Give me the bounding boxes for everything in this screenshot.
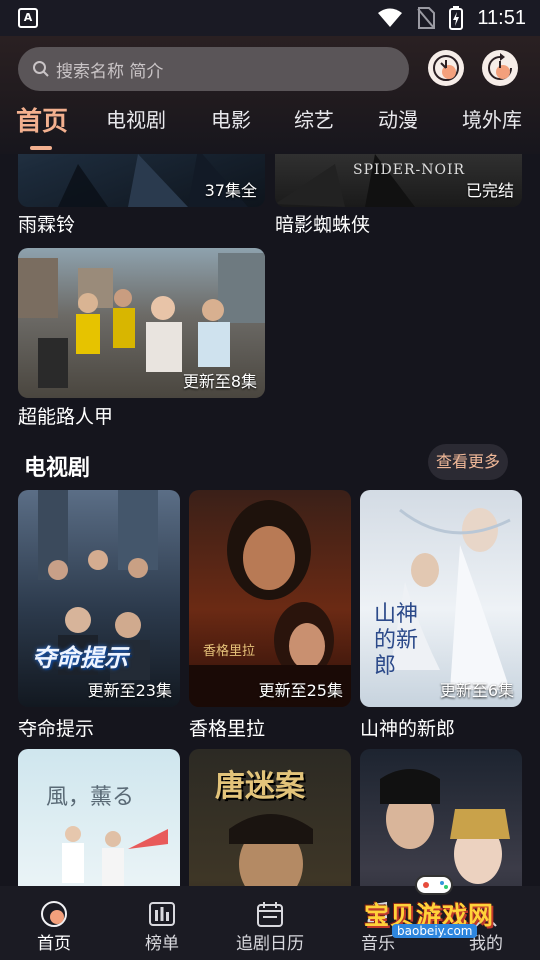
poster-art — [62, 826, 168, 886]
watermark-url: baobeiy.com — [392, 924, 478, 938]
active-tab-indicator — [30, 146, 52, 150]
refresh-icon — [488, 53, 512, 80]
episode-badge: 更新至6集 — [439, 681, 514, 700]
nav-ranking[interactable]: 榜单 — [108, 886, 216, 960]
refresh-button[interactable] — [482, 50, 518, 86]
poster-image: SPIDER-NOIR 已完结 — [275, 154, 522, 207]
history-icon — [433, 55, 459, 81]
episode-badge: 更新至8集 — [182, 372, 257, 391]
media-card[interactable]: 香格里拉 更新至25集 香格里拉 — [189, 490, 351, 740]
search-icon — [33, 61, 49, 77]
section-title-tv: 电视剧 — [24, 456, 91, 481]
see-more-button[interactable]: 查看更多 — [428, 444, 508, 480]
poster-title-text: 風，薰る — [46, 785, 135, 810]
history-button[interactable] — [428, 50, 464, 86]
status-icons: 11:51 — [377, 6, 526, 30]
media-title: 山神的新郎 — [360, 718, 456, 740]
category-tabs: 首页 电视剧 电影 综艺 动漫 境外库 — [0, 101, 540, 150]
tab-home[interactable]: 首页 — [16, 101, 68, 138]
tab-movies[interactable]: 电影 — [211, 104, 251, 133]
media-title: 夺命提示 — [18, 718, 95, 740]
tab-tv-series[interactable]: 电视剧 — [106, 104, 166, 133]
battery-charging-icon — [449, 6, 464, 30]
poster-title-text: 夺命提示 — [32, 644, 128, 672]
status-bar: A 11:51 — [0, 0, 540, 36]
gamepad-icon — [415, 875, 453, 895]
poster-image: 山神的新郎 更新至6集 — [360, 490, 522, 707]
search-input[interactable]: 搜索名称 简介 — [18, 47, 409, 91]
media-title: 暗影蜘蛛侠 — [275, 214, 371, 236]
header: 搜索名称 简介 首页 电视剧 电影 综艺 动漫 境外库 — [0, 36, 540, 154]
site-watermark: 宝贝游戏网 baobeiy.com — [362, 866, 512, 944]
media-card[interactable]: 唐迷案 — [189, 749, 351, 886]
media-card[interactable]: 山神的新郎 更新至6集 山神的新郎 — [360, 490, 522, 740]
episode-badge: 更新至23集 — [87, 681, 172, 700]
home-icon — [41, 901, 67, 927]
home-feed[interactable]: 37集全 雨霖铃 SPIDER-NOIR 已完结 暗影蜘蛛侠 更新至8集 超能路… — [0, 154, 540, 886]
app-notification-icon: A — [18, 8, 38, 28]
no-sim-icon — [417, 7, 436, 29]
media-card[interactable]: 風，薰る — [18, 749, 180, 886]
poster-image: 香格里拉 更新至25集 — [189, 490, 351, 707]
episode-badge: 更新至25集 — [258, 681, 343, 700]
chart-icon — [149, 902, 175, 926]
poster-image: 37集全 — [18, 154, 265, 207]
poster-title-text: 山神的新郎 — [374, 602, 419, 679]
poster-title-text: 唐迷案 — [215, 769, 305, 804]
status-badge: 已完结 — [465, 181, 514, 200]
media-title: 雨霖铃 — [18, 214, 76, 236]
nav-label: 榜单 — [145, 934, 179, 954]
nav-label: 追剧日历 — [236, 934, 304, 954]
nav-calendar[interactable]: 追剧日历 — [216, 886, 324, 960]
media-title: 香格里拉 — [189, 718, 266, 740]
poster-image: 唐迷案 — [189, 749, 351, 886]
poster-image: 夺命提示 更新至23集 — [18, 490, 180, 707]
poster-art — [38, 490, 158, 680]
media-card[interactable]: SPIDER-NOIR 已完结 暗影蜘蛛侠 — [275, 154, 522, 244]
media-title: 超能路人甲 — [18, 406, 114, 428]
poster-image: 更新至8集 — [18, 248, 265, 398]
tab-overseas[interactable]: 境外库 — [462, 104, 522, 133]
search-placeholder: 搜索名称 简介 — [56, 61, 164, 82]
poster-title-text: 香格里拉 — [203, 644, 256, 659]
status-time: 11:51 — [477, 6, 526, 29]
media-card[interactable]: 37集全 雨霖铃 — [18, 154, 265, 244]
episode-badge: 37集全 — [204, 181, 257, 200]
poster-art — [189, 500, 351, 707]
media-card[interactable]: 夺命提示 更新至23集 夺命提示 — [18, 490, 180, 740]
nav-home[interactable]: 首页 — [0, 886, 108, 960]
poster-title-text: SPIDER-NOIR — [353, 162, 466, 178]
tab-variety[interactable]: 综艺 — [294, 104, 334, 133]
nav-label: 首页 — [37, 934, 71, 954]
media-card[interactable]: 更新至8集 超能路人甲 — [18, 248, 265, 430]
wifi-icon — [378, 8, 403, 27]
poster-image: 風，薰る — [18, 749, 180, 886]
tab-anime[interactable]: 动漫 — [378, 104, 418, 133]
calendar-icon — [257, 902, 283, 927]
